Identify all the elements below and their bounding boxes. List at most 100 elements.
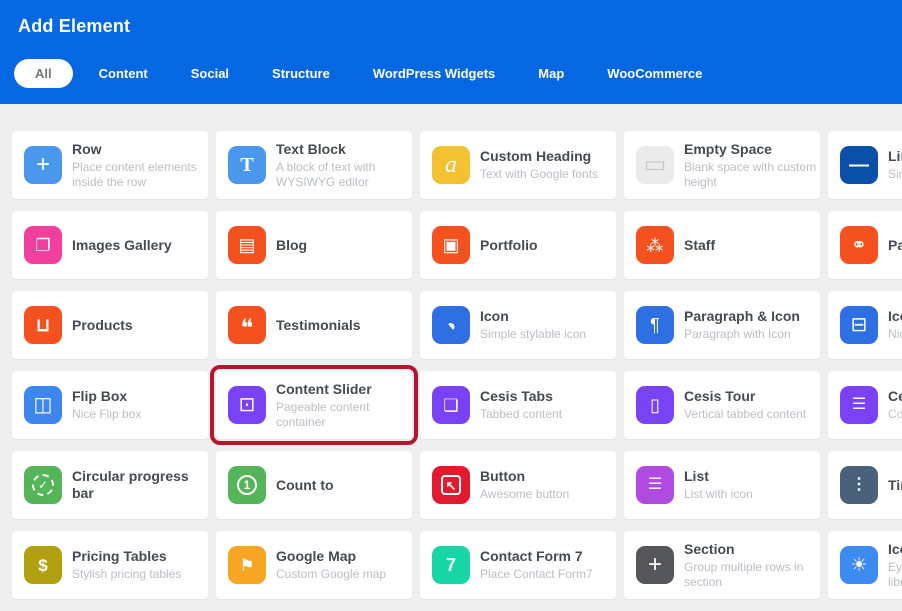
images-gallery-icon: ❐ [24, 226, 62, 264]
tile-subtitle: Awesome button [480, 487, 569, 502]
portfolio-icon: ▣ [432, 226, 470, 264]
tab-content[interactable]: Content [99, 66, 148, 81]
google-map-icon: ⚑ [228, 546, 266, 584]
tile-subtitle: Place content elements inside the row [72, 160, 197, 190]
count-to-icon: 1 [228, 466, 266, 504]
tile-title: Pricing Tables [72, 548, 181, 565]
tile-empty-space[interactable]: ▭ Empty Space Blank space with custom heig… [624, 131, 820, 199]
tab-social[interactable]: Social [191, 66, 229, 81]
tile-subtitle: Custom Google map [276, 567, 386, 582]
tile-subtitle: Group multiple rows in section [684, 560, 803, 590]
tile-title: Button [480, 468, 569, 485]
tile-title: Section [684, 541, 803, 558]
tile-testimonials[interactable]: ❝ Testimonials [216, 291, 412, 359]
tile-products[interactable]: ⊔Products [12, 291, 208, 359]
testimonials-icon: ❝ [228, 306, 266, 344]
tile-contact-form-7[interactable]: 7Contact Form 7Place Contact Form7 [420, 531, 616, 599]
line-icon: — [840, 146, 878, 184]
tile-partners[interactable]: ⚭Par [828, 211, 902, 279]
tile-count-to[interactable]: 1 Count to [216, 451, 412, 519]
tab-bar: All Content Social Structure WordPress Widge… [14, 59, 902, 88]
tile-pricing-tables[interactable]: $ Pricing Tables Stylish pricing tables [12, 531, 208, 599]
tile-text-block[interactable]: TText BlockA block of text with WYSIWYG … [216, 131, 412, 199]
icon-box-icon: ⊟ [840, 306, 878, 344]
tile-title: Testimonials [276, 317, 361, 334]
tile-icon-library[interactable]: ☀IcoEye libra [828, 531, 902, 599]
tile-subtitle: Tabbed content [480, 407, 562, 422]
tile-cesis-tour[interactable]: ▯Cesis TourVertical tabbed content [624, 371, 820, 439]
tile-title: Ico [888, 541, 902, 558]
section-icon: + [636, 546, 674, 584]
tile-subtitle: Paragraph with Icon [684, 327, 800, 342]
contact-form-7-icon: 7 [432, 546, 470, 584]
tile-google-map[interactable]: ⚑Google MapCustom Google map [216, 531, 412, 599]
tile-timeline[interactable]: ⋮Tim [828, 451, 902, 519]
tile-circular-progress[interactable]: ✓ Circular progress bar [12, 451, 208, 519]
tile-subtitle: Simple stylable icon [480, 327, 586, 342]
list-icon: ☰ [636, 466, 674, 504]
tile-button[interactable]: ↖ButtonAwesome button [420, 451, 616, 519]
tile-cesis-tabs[interactable]: ❏ Cesis Tabs Tabbed content [420, 371, 616, 439]
tile-subtitle: Blank space with custom height [684, 160, 812, 190]
add-element-dialog: Add Element AllContentSocialStructureWor… [0, 0, 902, 611]
timeline-icon: ⋮ [840, 466, 878, 504]
flip-box-icon: ◫ [24, 386, 62, 424]
tab-structure[interactable]: Structure [272, 66, 330, 81]
tile-subtitle: Nice Flip box [72, 407, 141, 422]
tile-subtitle: Vertical tabbed content [684, 407, 806, 422]
tile-title: Par [888, 237, 902, 254]
row-icon: + [24, 146, 62, 184]
tile-content-slider[interactable]: ⊡Content SliderPageable content containe… [216, 371, 412, 439]
tile-icon[interactable]: ◗IconSimple stylable icon [420, 291, 616, 359]
tile-title: Ces [888, 388, 902, 405]
tab-all[interactable]: All [14, 59, 73, 88]
tile-icon-box[interactable]: ⊟ Ico Nice [828, 291, 902, 359]
tile-staff[interactable]: ⁂ Staff [624, 211, 820, 279]
tile-title: Paragraph & Icon [684, 308, 800, 325]
tile-title: Circular progress bar [72, 468, 189, 502]
tile-title: Lin [888, 148, 902, 165]
tile-title: Text Block [276, 141, 375, 158]
tile-title: Icon [480, 308, 586, 325]
tab-map[interactable]: Map [538, 66, 564, 81]
tile-subtitle: List with icon [684, 487, 753, 502]
tile-line[interactable]: — Lin Sim [828, 131, 902, 199]
tile-section[interactable]: + Section Group multiple rows in section [624, 531, 820, 599]
tile-title: Content Slider [276, 381, 372, 398]
tile-subtitle: Pageable content container [276, 400, 372, 430]
cesis-tabs-icon: ❏ [432, 386, 470, 424]
icon-library-icon: ☀ [840, 546, 878, 584]
cesis-tour-icon: ▯ [636, 386, 674, 424]
empty-space-icon: ▭ [636, 146, 674, 184]
tile-title: Portfolio [480, 237, 538, 254]
tile-title: Empty Space [684, 141, 812, 158]
tile-title: Count to [276, 477, 334, 494]
tile-title: List [684, 468, 753, 485]
tile-subtitle: Stylish pricing tables [72, 567, 181, 582]
pricing-tables-icon: $ [24, 546, 62, 584]
tile-custom-heading[interactable]: aCustom HeadingText with Google fonts [420, 131, 616, 199]
tile-cesis-accordion[interactable]: ☰CesColl [828, 371, 902, 439]
tile-title: Cesis Tabs [480, 388, 562, 405]
tile-title: Staff [684, 237, 715, 254]
tile-title: Ico [888, 308, 902, 325]
tile-flip-box[interactable]: ◫Flip BoxNice Flip box [12, 371, 208, 439]
tile-subtitle: Sim [888, 167, 902, 182]
tile-blog[interactable]: ▤Blog [216, 211, 412, 279]
tile-subtitle: Coll [888, 407, 902, 422]
tile-images-gallery[interactable]: ❐Images Gallery [12, 211, 208, 279]
products-icon: ⊔ [24, 306, 62, 344]
tile-list[interactable]: ☰ List List with icon [624, 451, 820, 519]
text-block-icon: T [228, 146, 266, 184]
dialog-header: Add Element AllContentSocialStructureWor… [0, 0, 902, 104]
tile-portfolio[interactable]: ▣ Portfolio [420, 211, 616, 279]
tab-wordpress-widgets[interactable]: WordPress Widgets [373, 66, 495, 81]
tile-paragraph-icon[interactable]: ¶Paragraph & IconParagraph with Icon [624, 291, 820, 359]
circular-progress-icon: ✓ [24, 466, 62, 504]
tile-subtitle: Nice [888, 327, 902, 342]
staff-icon: ⁂ [636, 226, 674, 264]
tile-row[interactable]: +RowPlace content elements inside the ro… [12, 131, 208, 199]
tab-woocommerce[interactable]: WooCommerce [607, 66, 702, 81]
tile-subtitle: Text with Google fonts [480, 167, 598, 182]
tile-title: Contact Form 7 [480, 548, 593, 565]
